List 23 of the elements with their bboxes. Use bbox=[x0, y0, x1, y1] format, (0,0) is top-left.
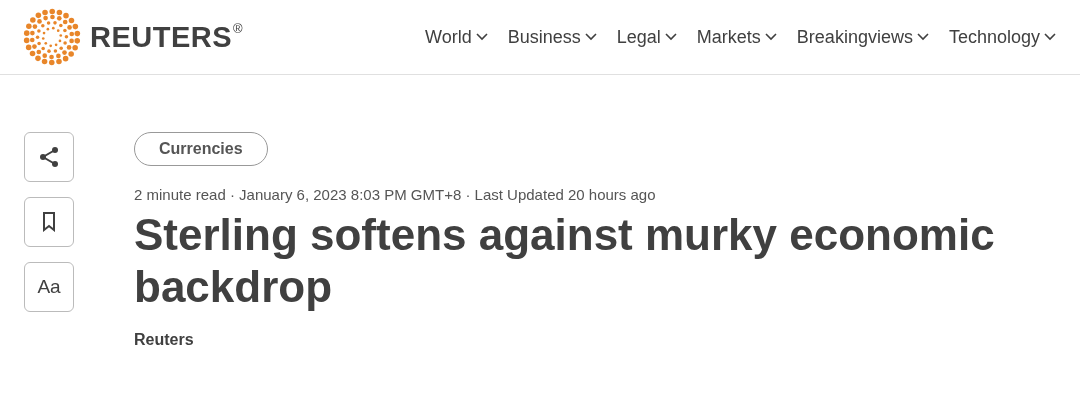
nav-menu-item[interactable]: World bbox=[425, 26, 488, 48]
nav-menu-item[interactable]: Legal bbox=[616, 26, 677, 48]
topic-tag[interactable]: Currencies bbox=[134, 132, 268, 166]
share-button[interactable] bbox=[24, 132, 74, 182]
chevron-down-icon bbox=[764, 33, 777, 41]
article-headline: Sterling softens against murky economic backdrop bbox=[134, 209, 996, 313]
share-icon bbox=[37, 145, 61, 169]
chevron-down-icon bbox=[584, 33, 597, 41]
chevron-down-icon bbox=[475, 33, 488, 41]
nav-menu-item[interactable]: Breakingviews bbox=[796, 26, 929, 48]
nav-menu-item[interactable]: Business bbox=[507, 26, 597, 48]
bookmark-icon bbox=[42, 212, 56, 232]
logo-icon bbox=[22, 7, 82, 67]
bookmark-button[interactable] bbox=[24, 197, 74, 247]
article-meta: 2 minute read · January 6, 2023 8:03 PM GMT+8 · Last Updated 20 hours ago bbox=[134, 186, 656, 203]
chevron-down-icon bbox=[664, 33, 677, 41]
nav-menu-item[interactable]: Technology bbox=[948, 26, 1056, 48]
nav-menu-item[interactable]: Markets bbox=[696, 26, 777, 48]
byline: Reuters bbox=[134, 331, 194, 349]
reuters-wordmark[interactable]: REUTERS® bbox=[90, 20, 244, 54]
chevron-down-icon bbox=[916, 33, 929, 41]
text-size-button[interactable]: Aa bbox=[24, 262, 74, 312]
chevron-down-icon bbox=[1044, 33, 1056, 41]
